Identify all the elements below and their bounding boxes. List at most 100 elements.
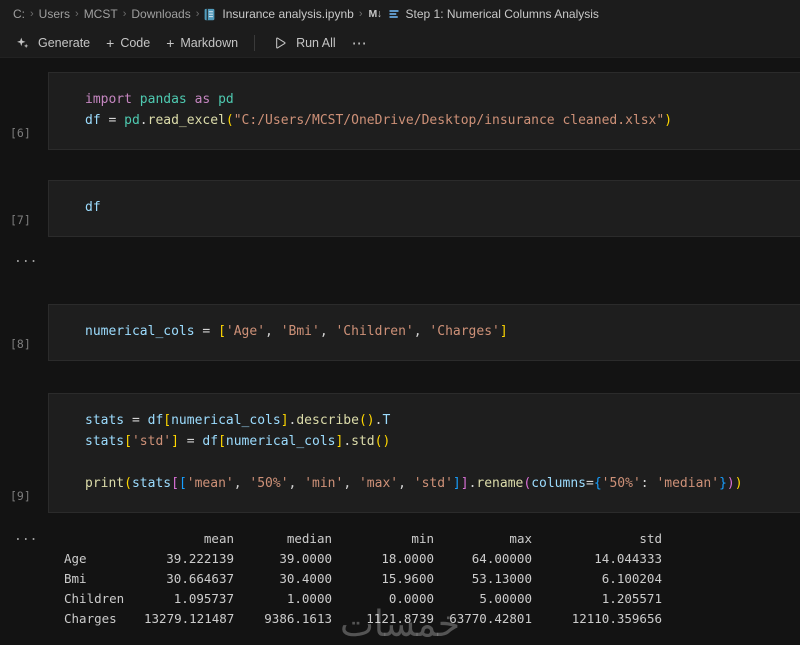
code-token: =	[195, 324, 218, 339]
code-token: =	[124, 413, 147, 428]
code-token: 'max'	[359, 476, 398, 491]
code-token: as	[195, 92, 211, 107]
code-token: (	[226, 113, 234, 128]
code-token: import	[85, 92, 132, 107]
code-token: 'std'	[132, 434, 171, 449]
output-cell: 63770.42801	[434, 609, 532, 629]
run-all-button[interactable]: Run All	[271, 36, 336, 50]
code-token: ]	[453, 476, 461, 491]
add-code-label: Code	[120, 36, 150, 50]
cell-output: ... meanmedianminmaxstdAge39.22213939.00…	[0, 529, 800, 629]
cell-gutter: [8]	[0, 304, 48, 361]
add-code-button[interactable]: + Code	[106, 35, 150, 51]
output-cell: 30.4000	[234, 569, 332, 589]
output-cell: 14.044333	[532, 549, 662, 569]
notebook-cell: [8] numerical_cols = ['Age', 'Bmi', 'Chi…	[0, 304, 800, 361]
execution-count: [8]	[10, 337, 31, 351]
code-token: columns	[531, 476, 586, 491]
output-cell: 39.222139	[144, 549, 234, 569]
code-token: .	[343, 434, 351, 449]
code-token: {	[594, 476, 602, 491]
generate-button[interactable]: Generate	[14, 36, 90, 50]
code-line: stats = df[numerical_cols].describe().T	[85, 410, 792, 431]
breadcrumb-segment-downloads[interactable]: Downloads	[128, 7, 193, 21]
code-token: rename	[476, 476, 523, 491]
code-editor[interactable]: numerical_cols = ['Age', 'Bmi', 'Childre…	[48, 304, 800, 361]
code-token: 'Bmi'	[281, 324, 320, 339]
code-token: =	[179, 434, 202, 449]
output-header-cell: mean	[144, 529, 234, 549]
output-cell: 1.205571	[532, 589, 662, 609]
chevron-right-icon: ›	[28, 8, 36, 20]
execution-count: [9]	[10, 489, 31, 503]
code-token: }	[719, 476, 727, 491]
notebook: [6] import pandas as pddf = pd.read_exce…	[0, 72, 800, 629]
code-token: ,	[265, 324, 281, 339]
cell-gutter: [7]	[0, 180, 48, 237]
code-token: ]	[171, 434, 179, 449]
code-editor[interactable]: stats = df[numerical_cols].describe().Ts…	[48, 393, 800, 513]
plus-icon: +	[166, 35, 174, 51]
code-token: '50%'	[602, 476, 641, 491]
code-token: [	[124, 434, 132, 449]
output-cell: 1.095737	[144, 589, 234, 609]
breadcrumb-file[interactable]: Insurance analysis.ipynb	[219, 7, 356, 21]
code-token: =	[586, 476, 594, 491]
code-token: [	[163, 413, 171, 428]
code-token: pd	[124, 113, 140, 128]
code-line: stats['std'] = df[numerical_cols].std()	[85, 431, 792, 452]
code-token: ,	[343, 476, 359, 491]
code-token: std	[351, 434, 374, 449]
code-token: numerical_cols	[226, 434, 336, 449]
code-token: 'mean'	[187, 476, 234, 491]
output-cell: 13279.121487	[144, 609, 234, 629]
code-editor[interactable]: import pandas as pddf = pd.read_excel("C…	[48, 72, 800, 150]
code-token: =	[101, 113, 124, 128]
markdown-cell-icon: M↓	[369, 8, 382, 20]
chevron-right-icon: ›	[73, 8, 81, 20]
code-token: numerical_cols	[85, 324, 195, 339]
sparkle-icon	[16, 36, 29, 49]
code-line: df	[85, 197, 792, 218]
code-token	[187, 92, 195, 107]
output-gutter: ...	[0, 251, 48, 271]
output-cell: 6.100204	[532, 569, 662, 589]
code-token: stats	[132, 476, 171, 491]
breadcrumb-segment-users[interactable]: Users	[36, 7, 73, 21]
output-cell: 5.00000	[434, 589, 532, 609]
run-all-label: Run All	[296, 36, 336, 50]
output-row: Children1.0957371.00000.00005.000001.205…	[64, 589, 800, 609]
output-row-label: Bmi	[64, 569, 144, 589]
code-token: read_excel	[148, 113, 226, 128]
code-token: ,	[289, 476, 305, 491]
breadcrumb-bar: C: › Users › MCST › Downloads › Insuranc…	[0, 0, 800, 28]
breadcrumb-segment-drive[interactable]: C:	[10, 7, 28, 21]
add-markdown-button[interactable]: + Markdown	[166, 35, 238, 51]
code-editor[interactable]: df	[48, 180, 800, 237]
output-cell: 1.0000	[234, 589, 332, 609]
breadcrumb-section[interactable]: Step 1: Numerical Columns Analysis	[403, 7, 602, 21]
output-body-empty	[48, 251, 800, 271]
code-token: 'Charges'	[429, 324, 499, 339]
code-token: 'median'	[656, 476, 719, 491]
add-markdown-label: Markdown	[180, 36, 238, 50]
code-line: print(stats[['mean', '50%', 'min', 'max'…	[85, 473, 792, 494]
code-token: (	[359, 413, 367, 428]
code-token: [	[171, 476, 179, 491]
collapsed-output-indicator[interactable]: ...	[14, 529, 37, 544]
output-row: Age39.22213939.000018.000064.0000014.044…	[64, 549, 800, 569]
notebook-toolbar: Generate + Code + Markdown Run All ⋯	[0, 28, 800, 58]
breadcrumb-segment-mcst[interactable]: MCST	[81, 7, 121, 21]
code-token: [	[218, 434, 226, 449]
output-row-label: Age	[64, 549, 144, 569]
more-actions-button[interactable]: ⋯	[352, 34, 368, 52]
notebook-cell: [6] import pandas as pddf = pd.read_exce…	[0, 72, 800, 150]
code-token	[210, 92, 218, 107]
output-cell: 12110.359656	[532, 609, 662, 629]
code-token: 'Age'	[226, 324, 265, 339]
code-token: :	[641, 476, 657, 491]
output-cell: 0.0000	[332, 589, 434, 609]
output-row-label: Children	[64, 589, 144, 609]
code-line: df = pd.read_excel("C:/Users/MCST/OneDri…	[85, 110, 792, 131]
collapsed-output-indicator[interactable]: ...	[14, 251, 37, 266]
